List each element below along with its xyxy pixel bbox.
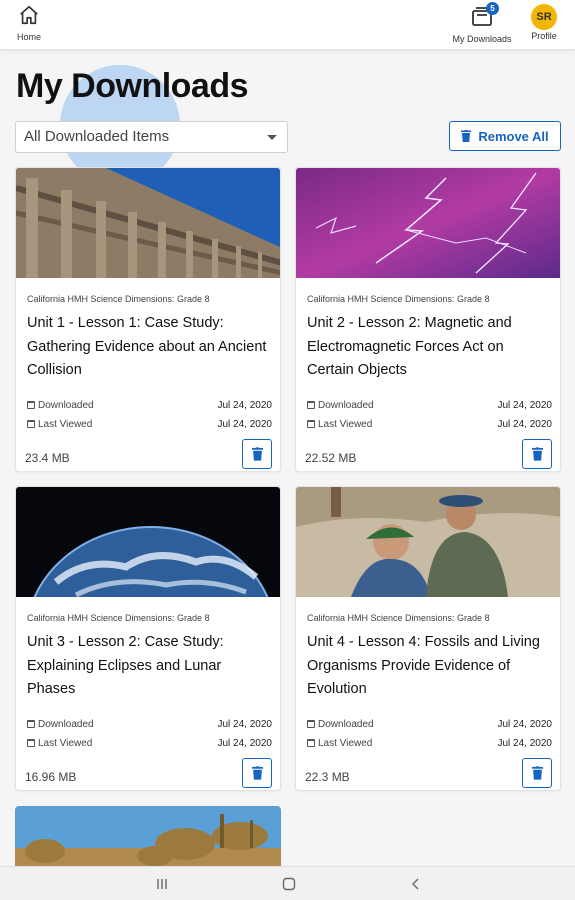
last-viewed-row: Last Viewed Jul 24, 2020 [307,738,552,749]
home-nav-icon [282,877,296,891]
downloaded-row: Downloaded Jul 24, 2020 [307,719,552,730]
home-label: Home [16,32,41,42]
page-title: My Downloads [16,67,249,105]
filter-selected-value: All Downloaded Items [24,128,170,145]
last-viewed-row: Last Viewed Jul 24, 2020 [27,419,272,430]
file-size: 22.52 MB [305,451,357,465]
back-nav-button[interactable] [408,876,424,897]
fossil-dig-photo[interactable] [296,487,560,597]
avatar: SR [531,4,557,30]
calendar-icon [27,420,35,428]
caret-down-icon [267,135,277,140]
course-name: California HMH Science Dimensions: Grade… [307,613,490,623]
file-size: 22.3 MB [305,770,350,784]
delete-button[interactable] [522,439,552,469]
trash-icon [251,766,263,780]
calendar-icon [27,401,35,409]
top-app-bar: Home 5 My Downloads SR Profile [0,0,575,50]
file-size: 16.96 MB [25,770,77,784]
last-viewed-date: Jul 24, 2020 [497,738,553,749]
earth-from-space-photo[interactable] [16,487,280,597]
lesson-title[interactable]: Unit 3 - Lesson 2: Case Study: Explainin… [27,631,272,702]
recents-nav-icon [157,879,167,889]
calendar-icon [307,401,315,409]
download-card[interactable]: California HMH Science Dimensions: Grade… [295,486,561,791]
trash-icon [531,766,543,780]
downloaded-date: Jul 24, 2020 [217,400,273,411]
download-card[interactable]: California HMH Science Dimensions: Grade… [15,167,281,472]
download-card-partial[interactable] [15,806,281,866]
last-viewed-label: Last Viewed [38,738,93,749]
back-nav-icon [412,878,419,890]
remove-all-button[interactable]: Remove All [449,121,561,151]
home-button[interactable]: Home [10,4,48,42]
last-viewed-date: Jul 24, 2020 [217,738,273,749]
lesson-title[interactable]: Unit 2 - Lesson 2: Magnetic and Electrom… [307,312,552,383]
last-viewed-label: Last Viewed [318,738,373,749]
downloaded-date: Jul 24, 2020 [497,400,553,411]
last-viewed-label: Last Viewed [38,419,93,430]
system-navigation-bar [0,866,575,900]
file-size: 23.4 MB [25,451,70,465]
downloaded-row: Downloaded Jul 24, 2020 [307,400,552,411]
main-content[interactable]: My Downloads All Downloaded Items Remove… [0,51,575,866]
lesson-title[interactable]: Unit 1 - Lesson 1: Case Study: Gathering… [27,312,272,383]
course-name: California HMH Science Dimensions: Grade… [27,613,210,623]
delete-button[interactable] [522,758,552,788]
filter-dropdown[interactable]: All Downloaded Items [15,121,288,153]
lightning-sky-photo[interactable] [296,168,560,278]
downloaded-date: Jul 24, 2020 [497,719,553,730]
course-name: California HMH Science Dimensions: Grade… [307,294,490,304]
delete-button[interactable] [242,758,272,788]
home-nav-button[interactable] [281,876,297,897]
downloaded-label: Downloaded [38,400,94,411]
downloaded-date: Jul 24, 2020 [217,719,273,730]
downloaded-label: Downloaded [318,400,374,411]
trash-icon [461,130,472,142]
downloaded-row: Downloaded Jul 24, 2020 [27,719,272,730]
recents-button[interactable] [154,876,170,897]
concrete-building-photo[interactable] [16,168,280,278]
last-viewed-date: Jul 24, 2020 [217,419,273,430]
calendar-icon [307,739,315,747]
calendar-icon [27,739,35,747]
profile-label: Profile [531,31,557,41]
last-viewed-date: Jul 24, 2020 [497,419,553,430]
last-viewed-row: Last Viewed Jul 24, 2020 [307,419,552,430]
remove-all-label: Remove All [478,128,549,144]
trash-icon [251,447,263,461]
delete-button[interactable] [242,439,272,469]
downloaded-row: Downloaded Jul 24, 2020 [27,400,272,411]
home-icon [20,5,38,25]
course-name: California HMH Science Dimensions: Grade… [27,294,210,304]
profile-button[interactable]: SR Profile [525,4,563,41]
downloaded-label: Downloaded [318,719,374,730]
calendar-icon [307,420,315,428]
calendar-icon [307,720,315,728]
desert-plants-photo [15,806,281,866]
downloaded-label: Downloaded [38,719,94,730]
last-viewed-row: Last Viewed Jul 24, 2020 [27,738,272,749]
my-downloads-button[interactable]: 5 My Downloads [446,2,518,44]
my-downloads-label: My Downloads [452,34,512,44]
calendar-icon [27,720,35,728]
lesson-title[interactable]: Unit 4 - Lesson 4: Fossils and Living Or… [307,631,552,702]
trash-icon [531,447,543,461]
downloads-count-badge: 5 [486,2,499,15]
last-viewed-label: Last Viewed [318,419,373,430]
download-card[interactable]: California HMH Science Dimensions: Grade… [15,486,281,791]
download-card[interactable]: California HMH Science Dimensions: Grade… [295,167,561,472]
